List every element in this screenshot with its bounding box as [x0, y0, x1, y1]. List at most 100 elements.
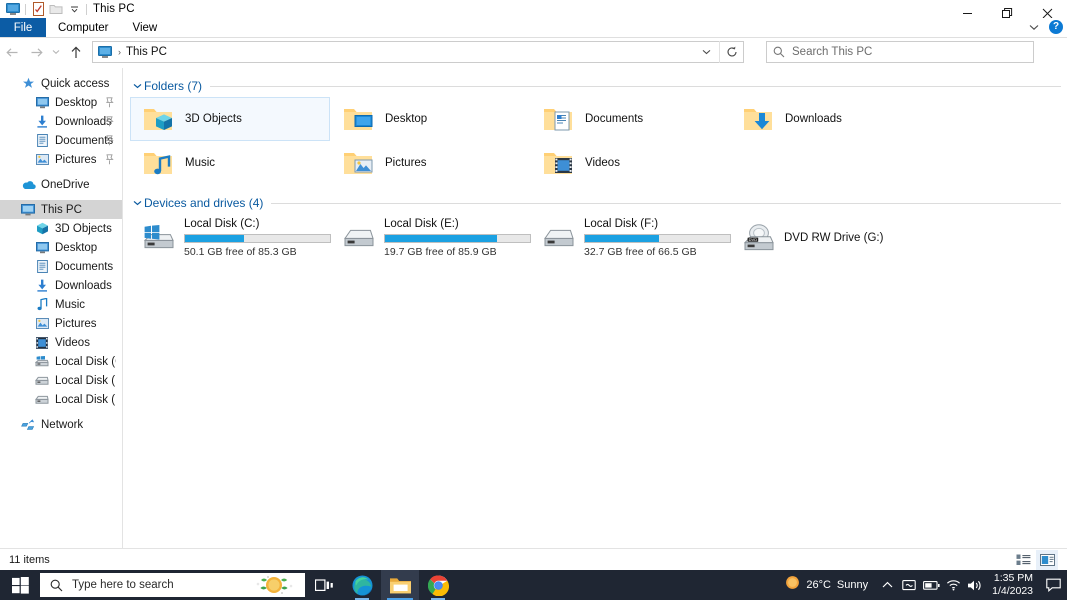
weather-temperature: 26°C	[806, 579, 831, 591]
system-tray: 26°C Sunny 1:35 PM 1/4/2023	[785, 570, 1067, 600]
group-header-folders[interactable]: Folders (7)	[130, 75, 1067, 97]
sidebar-item-label: Downloads	[55, 279, 112, 292]
sidebar-item-music[interactable]: Music	[0, 295, 122, 314]
sun-icon	[785, 575, 800, 595]
folder-item-music[interactable]: Music	[130, 141, 330, 185]
chevron-down-icon[interactable]	[130, 83, 144, 89]
sidebar-item-pictures[interactable]: Pictures	[0, 314, 122, 333]
sidebar-item-videos[interactable]: Videos	[0, 333, 122, 352]
sidebar-item-downloads-qa[interactable]: Downloads	[0, 112, 122, 131]
folder-item-pictures[interactable]: Pictures	[330, 141, 530, 185]
drive-capacity: 19.7 GB free of 85.9 GB	[384, 246, 497, 258]
file-explorer-icon[interactable]	[381, 570, 419, 600]
sidebar-item-this-pc[interactable]: This PC	[0, 200, 122, 219]
task-view-icon[interactable]	[305, 570, 343, 600]
drive-item-e[interactable]: Local Disk (E:) 19.7 GB free of 85.9 GB	[330, 216, 531, 260]
folder-item-label: Desktop	[385, 113, 428, 125]
sidebar-item-local-disk-e[interactable]: Local Disk (E:)	[0, 371, 122, 390]
navigation-pane: Quick access Desktop Downloads Documents…	[0, 68, 123, 548]
this-pc-icon[interactable]	[4, 1, 22, 18]
sidebar-item-label: Music	[55, 298, 86, 311]
drive-item-g[interactable]: DVD DVD RW Drive (G:)	[730, 216, 930, 260]
sidebar-item-desktop-qa[interactable]: Desktop	[0, 93, 122, 112]
forward-button[interactable]	[24, 40, 48, 64]
chrome-icon[interactable]	[419, 570, 457, 600]
pin-icon[interactable]	[105, 97, 114, 111]
ribbon-expand-chevron-icon[interactable]	[1027, 20, 1041, 34]
new-folder-icon[interactable]	[47, 1, 65, 18]
properties-icon[interactable]	[29, 1, 47, 18]
sidebar-item-desktop[interactable]: Desktop	[0, 238, 122, 257]
desktop-icon	[34, 240, 50, 256]
chevron-down-icon[interactable]	[693, 41, 719, 63]
folder-item-documents[interactable]: Documents	[530, 97, 730, 141]
pin-icon[interactable]	[105, 116, 114, 130]
folder-item-downloads[interactable]: Downloads	[730, 97, 930, 141]
up-button[interactable]	[64, 40, 88, 64]
sidebar-item-label: Videos	[55, 336, 90, 349]
cortana-sun-icon[interactable]	[248, 574, 300, 600]
sidebar-item-onedrive[interactable]: OneDrive	[0, 175, 122, 194]
ribbon-right-controls: ?	[1027, 20, 1063, 34]
search-input[interactable]: Search This PC	[766, 41, 1034, 63]
windows-start-icon[interactable]	[0, 570, 40, 600]
sidebar-item-label: Local Disk (C:)	[55, 355, 116, 368]
chevron-up-icon[interactable]	[876, 570, 898, 600]
sidebar-item-downloads[interactable]: Downloads	[0, 276, 122, 295]
group-header-devices[interactable]: Devices and drives (4)	[130, 192, 1067, 214]
chevron-down-icon[interactable]	[130, 200, 144, 206]
volume-icon[interactable]	[964, 570, 986, 600]
search-icon	[773, 46, 785, 58]
drive-item-c[interactable]: Local Disk (C:) 50.1 GB free of 85.3 GB	[130, 216, 331, 260]
recent-locations-button[interactable]	[48, 40, 64, 64]
pin-icon[interactable]	[105, 135, 114, 149]
sidebar-item-3d-objects[interactable]: 3D Objects	[0, 219, 122, 238]
search-icon	[50, 579, 63, 591]
weather-widget[interactable]: 26°C Sunny	[785, 575, 868, 595]
sidebar-item-documents-qa[interactable]: Documents	[0, 131, 122, 150]
details-view-icon[interactable]	[1012, 550, 1034, 570]
drive-usage-bar	[584, 234, 731, 243]
tab-computer[interactable]: Computer	[46, 18, 121, 37]
tab-file[interactable]: File	[0, 18, 46, 37]
file-explorer-window: This PC File Computer View ? › This PC S…	[0, 0, 1067, 600]
refresh-icon[interactable]	[719, 41, 743, 63]
taskbar-search-input[interactable]: Type here to search	[40, 573, 305, 597]
edge-icon[interactable]	[343, 570, 381, 600]
folder-downloads-icon	[740, 102, 776, 136]
battery-icon[interactable]	[920, 570, 942, 600]
sidebar-item-pictures-qa[interactable]: Pictures	[0, 150, 122, 169]
sidebar-item-quick-access[interactable]: Quick access	[0, 74, 122, 93]
breadcrumb-current[interactable]: This PC	[126, 46, 167, 58]
tab-view[interactable]: View	[121, 18, 170, 37]
breadcrumb-separator: ›	[118, 47, 121, 57]
customize-dropdown-icon[interactable]	[65, 1, 83, 18]
view-toggle-group	[1012, 549, 1067, 570]
desktop-icon	[34, 95, 50, 111]
taskbar-clock[interactable]: 1:35 PM 1/4/2023	[992, 572, 1033, 598]
folder-item-desktop[interactable]: Desktop	[330, 97, 530, 141]
clock-date: 1/4/2023	[992, 585, 1033, 597]
large-icons-view-icon[interactable]	[1036, 549, 1058, 570]
search-placeholder: Search This PC	[792, 46, 873, 58]
sidebar-item-label: Downloads	[55, 115, 112, 128]
wifi-icon[interactable]	[942, 570, 964, 600]
taskbar: Type here to search 26°C Sunny 1:35 PM 1…	[0, 570, 1067, 600]
folder-item-videos[interactable]: Videos	[530, 141, 730, 185]
sidebar-item-local-disk-f[interactable]: Local Disk (F:)	[0, 390, 122, 409]
sidebar-item-label: Local Disk (F:)	[55, 393, 116, 406]
help-icon[interactable]: ?	[1049, 20, 1063, 34]
pin-icon[interactable]	[105, 154, 114, 168]
back-button[interactable]	[0, 40, 24, 64]
3d-objects-icon	[34, 221, 50, 237]
breadcrumb[interactable]: › This PC	[92, 41, 744, 63]
drive-item-f[interactable]: Local Disk (F:) 32.7 GB free of 66.5 GB	[530, 216, 731, 260]
sidebar-item-network[interactable]: Network	[0, 415, 122, 434]
action-center-icon[interactable]	[1041, 570, 1065, 600]
sidebar-item-local-disk-c[interactable]: Local Disk (C:)	[0, 352, 122, 371]
onedrive-tray-icon[interactable]	[898, 570, 920, 600]
folder-item-3d-objects[interactable]: 3D Objects	[130, 97, 330, 141]
sidebar-item-documents[interactable]: Documents	[0, 257, 122, 276]
sidebar-item-label: Local Disk (E:)	[55, 374, 116, 387]
drive-icon	[34, 373, 50, 389]
